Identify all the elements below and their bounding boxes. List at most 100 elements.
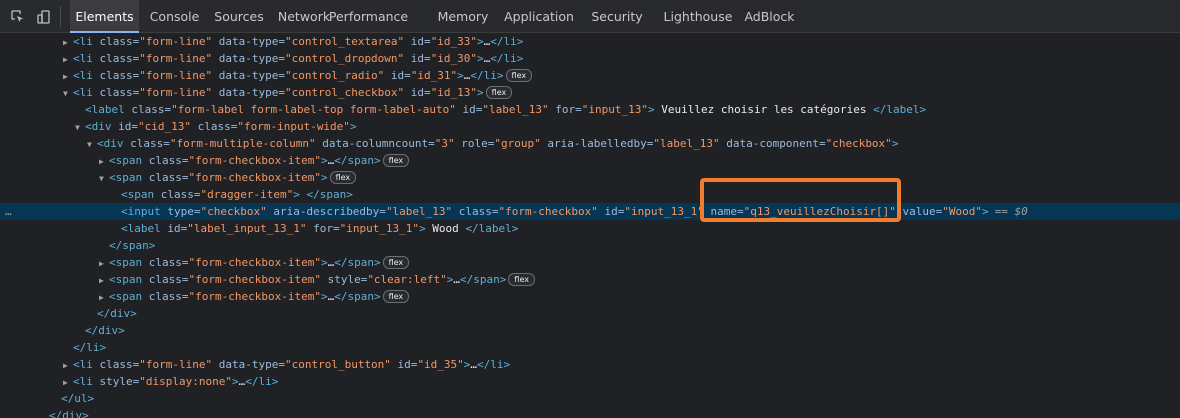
attr-value-token: "control_radio" — [284, 69, 385, 82]
attr-name-token: for= — [548, 103, 582, 116]
attr-name-token: for= — [306, 222, 340, 235]
attr-value-token: "cid_13" — [138, 120, 191, 133]
attr-name-token: id= — [167, 222, 188, 235]
flex-badge[interactable]: flex — [508, 273, 535, 286]
tab-memory[interactable]: Memory — [433, 0, 493, 33]
tab-lighthouse[interactable]: Lighthouse — [660, 0, 736, 33]
dom-node[interactable]: <label id="label_input_13_1" for="input_… — [0, 220, 1180, 237]
tab-console[interactable]: Console — [142, 0, 207, 33]
tag-token: </li> — [490, 52, 524, 65]
inspect-element-icon[interactable] — [5, 0, 31, 33]
elements-dom-tree: ▶ <li class="form-line" data-type="contro… — [0, 33, 1180, 418]
attr-value-token: "control_checkbox" — [284, 86, 405, 99]
attr-name-token: aria-labelledby= — [540, 137, 654, 150]
tag-token: <div — [97, 137, 131, 150]
tab-elements[interactable]: Elements — [70, 0, 139, 33]
flex-badge[interactable]: flex — [485, 86, 513, 99]
dom-node[interactable]: ▶ <span class="form-checkbox-item">…</spa… — [0, 254, 1180, 271]
expand-arrow-icon[interactable]: ▶ — [63, 357, 73, 374]
attr-name-token: data-columncount= — [315, 137, 435, 150]
attr-name-token: class= — [160, 188, 201, 201]
dom-node[interactable]: </li> — [0, 339, 1180, 356]
attr-name-token: id= — [597, 205, 625, 218]
dom-node[interactable]: <label class="form-label form-label-top … — [0, 101, 1180, 118]
highlight-annotation-box — [700, 178, 901, 222]
attr-value-token: "group" — [494, 137, 541, 150]
tag-token: <label — [121, 222, 168, 235]
tag-token: <li — [73, 52, 100, 65]
collapse-arrow-icon[interactable]: ▼ — [99, 170, 109, 187]
dom-node[interactable]: </ul> — [0, 390, 1180, 407]
dom-node[interactable]: </div> — [0, 322, 1180, 339]
attr-value-token: "form-checkbox-item" — [188, 273, 321, 286]
expand-arrow-icon[interactable]: ▶ — [63, 374, 73, 391]
tag-token: > — [891, 137, 899, 150]
expand-arrow-icon[interactable]: ▶ — [63, 34, 73, 51]
dom-node[interactable]: ▶ <li class="form-line" data-type="contro… — [0, 67, 1180, 84]
dom-node[interactable]: ▶ <span class="form-checkbox-item">…</spa… — [0, 152, 1180, 169]
text-token: Wood — [425, 222, 466, 235]
tab-security[interactable]: Security — [585, 0, 649, 33]
dom-node[interactable]: <span class="dragger-item"> </span> — [0, 186, 1180, 203]
dom-node[interactable]: ▶ <li class="form-line" data-type="contro… — [0, 33, 1180, 50]
toolbar-separator — [60, 6, 61, 27]
dom-node[interactable]: ▶ <li style="display:none">…</li> — [0, 373, 1180, 390]
attr-value-token: "Wood" — [942, 205, 983, 218]
dom-node[interactable]: </div> — [0, 305, 1180, 322]
node-actions-dots[interactable]: … — [5, 203, 12, 220]
attr-name-token: class= — [148, 290, 189, 303]
dom-node[interactable]: ▼ <li class="form-line" data-type="contro… — [0, 84, 1180, 101]
dom-node-selected[interactable]: … <input type="checkbox" aria-describedby… — [0, 203, 1180, 220]
tag-token: <li — [73, 375, 100, 388]
attr-name-token: class= — [452, 205, 499, 218]
tag-token: </li> — [470, 69, 504, 82]
node-code: ▶ <span class="form-checkbox-item">…</spa… — [99, 152, 410, 170]
dom-node[interactable]: ▶ <li class="form-line" data-type="contro… — [0, 50, 1180, 67]
expand-arrow-icon[interactable]: ▶ — [63, 68, 73, 85]
attr-value-token: "dragger-item" — [200, 188, 294, 201]
attr-value-token: "form-checkbox-item" — [188, 290, 321, 303]
attr-value-token: "control_button" — [284, 358, 391, 371]
dom-node[interactable]: </div> — [0, 407, 1180, 418]
collapse-arrow-icon[interactable]: ▼ — [87, 136, 97, 153]
device-toolbar-icon[interactable] — [31, 0, 57, 33]
dom-node[interactable]: ▼ <div class="form-multiple-column" data-… — [0, 135, 1180, 152]
attr-value-token: "form-line" — [139, 358, 213, 371]
attr-name-token: id= — [118, 120, 138, 133]
attr-name-token: id= — [404, 86, 431, 99]
tag-token: <li — [73, 86, 100, 99]
flex-badge[interactable]: flex — [382, 154, 410, 167]
expand-arrow-icon[interactable]: ▶ — [99, 272, 109, 289]
attr-name-token: class= — [131, 103, 172, 116]
flex-badge[interactable]: flex — [382, 290, 410, 303]
tag-token: > — [647, 103, 655, 116]
tag-token: > — [982, 205, 989, 218]
tab-adblock[interactable]: AdBlock — [742, 0, 797, 33]
attr-name-token: id= — [390, 358, 418, 371]
tab-performance[interactable]: Performance — [315, 0, 422, 33]
tag-token: </span> — [109, 239, 156, 252]
node-code: ▶ <span class="form-checkbox-item">…</spa… — [99, 254, 410, 272]
attr-name-token: class= — [148, 171, 189, 184]
tab-sources[interactable]: Sources — [209, 0, 269, 33]
node-code: </ul> — [51, 390, 94, 407]
dom-node[interactable]: ▼ <div id="cid_13" class="form-input-wide… — [0, 118, 1180, 135]
collapse-arrow-icon[interactable]: ▼ — [75, 119, 85, 136]
dom-node[interactable]: </span> — [0, 237, 1180, 254]
expand-arrow-icon[interactable]: ▶ — [99, 153, 109, 170]
dom-node[interactable]: ▼ <span class="form-checkbox-item"> flex — [0, 169, 1180, 186]
expand-arrow-icon[interactable]: ▶ — [99, 289, 109, 306]
node-code: ▶ <span class="form-checkbox-item">…</spa… — [99, 288, 410, 306]
collapse-arrow-icon[interactable]: ▼ — [63, 85, 73, 102]
flex-badge[interactable]: flex — [505, 69, 533, 82]
node-code: <label id="label_input_13_1" for="input_… — [111, 220, 518, 237]
dom-node[interactable]: ▶ <span class="form-checkbox-item">…</spa… — [0, 288, 1180, 305]
dom-node[interactable]: ▶ <span class="form-checkbox-item" style=… — [0, 271, 1180, 288]
dom-node[interactable]: ▶ <li class="form-line" data-type="contro… — [0, 356, 1180, 373]
expand-arrow-icon[interactable]: ▶ — [99, 255, 109, 272]
flex-badge[interactable]: flex — [382, 256, 410, 269]
expand-arrow-icon[interactable]: ▶ — [63, 51, 73, 68]
tab-application[interactable]: Application — [501, 0, 577, 33]
tag-token: </span> — [334, 256, 381, 269]
flex-badge[interactable]: flex — [329, 171, 357, 184]
